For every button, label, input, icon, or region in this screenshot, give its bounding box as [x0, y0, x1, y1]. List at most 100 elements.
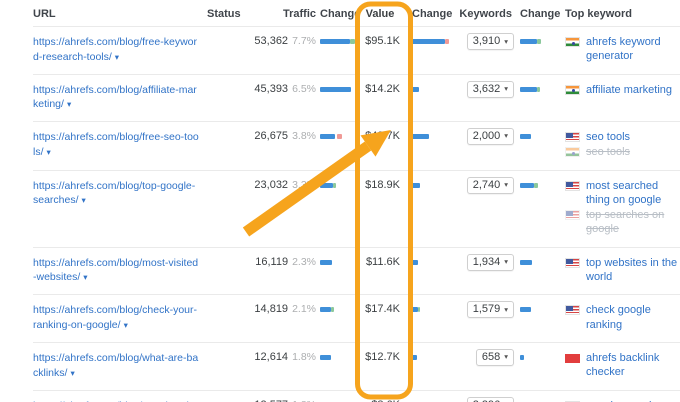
url-dropdown-caret-icon[interactable]: ▾ [82, 195, 86, 205]
value-cell: $11.6K [360, 256, 406, 286]
top-keyword-item: google search operators [565, 399, 680, 402]
bar-segment [320, 87, 351, 92]
traffic-change-bar [320, 183, 360, 188]
value-cell: $43.7K [360, 130, 406, 161]
traffic-change-cell [318, 35, 360, 65]
url-dropdown-caret-icon[interactable]: ▾ [124, 320, 128, 330]
url-dropdown-caret-icon[interactable]: ▾ [83, 272, 87, 282]
keywords-change-cell [516, 130, 562, 161]
chevron-down-icon: ▾ [504, 352, 508, 361]
keywords-dropdown-button[interactable]: 2,000▾ [467, 128, 514, 145]
column-header-url[interactable]: URL [33, 8, 207, 20]
column-header-traffic[interactable]: Traffic [245, 8, 318, 20]
status-cell [207, 256, 245, 286]
url-link[interactable]: https://ahrefs.com/blog/check-your-ranki… [33, 304, 197, 331]
bar-segment [412, 39, 445, 44]
url-cell: https://ahrefs.com/blog/free-keyword-res… [33, 35, 207, 65]
url-link[interactable]: https://ahrefs.com/blog/top-google-searc… [33, 180, 195, 207]
keywords-dropdown-button[interactable]: 3,910▾ [467, 33, 514, 50]
column-header-status[interactable]: Status [207, 8, 245, 20]
table-row: https://ahrefs.com/blog/free-seo-tools/▾… [33, 121, 680, 170]
bar-segment [520, 39, 537, 44]
value-change-bar [412, 307, 454, 312]
top-keyword-link[interactable]: top websites in the world [586, 256, 680, 285]
top-keyword-link[interactable]: affiliate marketing [586, 83, 672, 97]
top-keyword-cell: affiliate marketing [562, 83, 680, 112]
keywords-change-bar [520, 134, 562, 139]
bar-segment [412, 134, 429, 139]
flag-in-icon [565, 37, 580, 47]
column-header-change-keywords[interactable]: Change [516, 8, 562, 20]
top-keyword-cell: ahrefs backlink checker [562, 351, 680, 381]
top-keyword-link[interactable]: most searched thing on google [586, 179, 680, 208]
bar-segment [520, 355, 524, 360]
traffic-change-bar [320, 39, 360, 44]
keywords-dropdown-button[interactable]: 2,740▾ [467, 177, 514, 194]
traffic-value: 12,614 [254, 351, 288, 363]
traffic-change-cell [318, 256, 360, 286]
column-header-keywords[interactable]: Keywords [454, 8, 516, 20]
keywords-dropdown-button[interactable]: 3,632▾ [467, 81, 514, 98]
value-change-bar [412, 39, 454, 44]
table-row: https://ahrefs.com/blog/google-advanced-… [33, 390, 680, 402]
traffic-value: 12,577 [254, 399, 288, 402]
column-header-change-traffic[interactable]: Change [318, 8, 360, 20]
column-header-value[interactable]: Value [360, 8, 406, 20]
bar-segment [537, 39, 541, 44]
keywords-change-bar [520, 39, 562, 44]
value-change-bar [412, 183, 454, 188]
traffic-change-bar [320, 355, 360, 360]
column-header-top-keyword[interactable]: Top keyword [562, 8, 680, 20]
bar-segment [537, 87, 540, 92]
traffic-change-cell [318, 130, 360, 161]
keywords-dropdown-button[interactable]: 658▾ [476, 349, 514, 366]
keywords-count: 3,910 [473, 35, 501, 47]
top-keyword-item: most searched thing on google [565, 179, 680, 208]
url-link[interactable]: https://ahrefs.com/blog/most-visited-web… [33, 257, 198, 284]
url-dropdown-caret-icon[interactable]: ▾ [115, 52, 119, 62]
top-keyword-cell: google search operators [562, 399, 680, 402]
url-dropdown-caret-icon[interactable]: ▾ [47, 147, 51, 157]
url-dropdown-caret-icon[interactable]: ▾ [70, 368, 74, 378]
top-keyword-link[interactable]: top searches on google [586, 208, 680, 237]
status-cell [207, 130, 245, 161]
keywords-cell: 658▾ [454, 351, 516, 381]
keywords-change-cell [516, 35, 562, 65]
top-keyword-link[interactable]: google search operators [586, 399, 680, 402]
keywords-change-cell [516, 179, 562, 238]
url-link[interactable]: https://ahrefs.com/blog/affiliate-market… [33, 84, 197, 111]
url-dropdown-caret-icon[interactable]: ▾ [67, 99, 71, 109]
keywords-dropdown-button[interactable]: 2,396▾ [467, 397, 514, 402]
value-cell: $18.9K [360, 179, 406, 238]
bar-segment [320, 260, 332, 265]
value-change-cell [406, 83, 454, 112]
top-keyword-link[interactable]: ahrefs keyword generator [586, 35, 680, 64]
traffic-cell: 23,0323.3% [245, 179, 318, 238]
top-keyword-link[interactable]: ahrefs backlink checker [586, 351, 680, 380]
flag-us-icon [565, 132, 580, 142]
flag-in-icon [565, 85, 580, 95]
keywords-dropdown-button[interactable]: 1,579▾ [467, 301, 514, 318]
status-cell [207, 83, 245, 112]
top-keyword-cell: seo toolsseo tools [562, 130, 680, 161]
bar-segment [520, 260, 532, 265]
url-cell: https://ahrefs.com/blog/free-seo-tools/▾ [33, 130, 207, 161]
url-link[interactable]: https://ahrefs.com/blog/what-are-backlin… [33, 352, 198, 379]
top-keyword-link[interactable]: seo tools [586, 130, 630, 144]
bar-segment [412, 183, 420, 188]
keywords-cell: 2,000▾ [454, 130, 516, 161]
traffic-cell: 26,6753.8% [245, 130, 318, 161]
top-keyword-link[interactable]: check google ranking [586, 303, 680, 332]
bar-segment [520, 307, 531, 312]
traffic-change-bar [320, 134, 360, 139]
column-header-change-value[interactable]: Change [406, 8, 454, 20]
top-keyword-cell: most searched thing on googletop searche… [562, 179, 680, 238]
chevron-down-icon: ▾ [504, 305, 508, 314]
value-change-cell [406, 303, 454, 333]
table-row: https://ahrefs.com/blog/affiliate-market… [33, 74, 680, 121]
traffic-value: 26,675 [254, 130, 288, 142]
keywords-dropdown-button[interactable]: 1,934▾ [467, 254, 514, 271]
url-link[interactable]: https://ahrefs.com/blog/free-seo-tools/ [33, 131, 199, 158]
top-keyword-link[interactable]: seo tools [586, 145, 630, 159]
chevron-down-icon: ▾ [504, 131, 508, 140]
